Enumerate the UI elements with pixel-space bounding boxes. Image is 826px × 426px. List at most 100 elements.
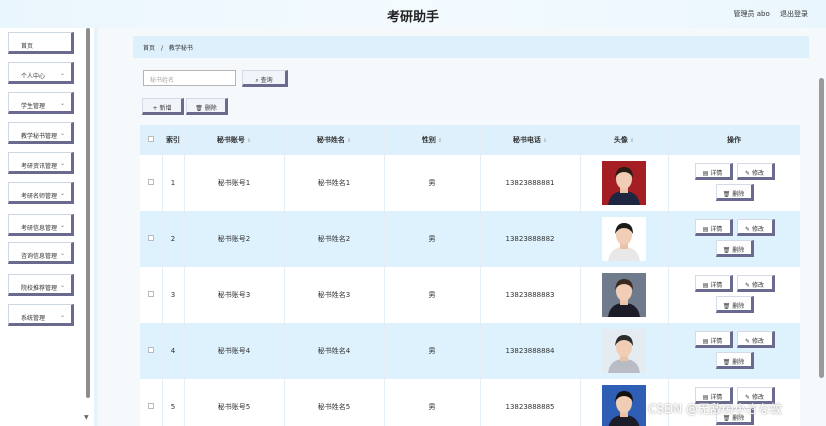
delete-button[interactable]: 🗑 删除 [715, 184, 754, 201]
row-gender: 男 [384, 211, 481, 267]
delete-button[interactable]: 🗑 删除 [715, 352, 754, 369]
sidebar-item-label: 考研信息管理 [21, 225, 58, 232]
sidebar-scrollbar[interactable] [86, 28, 90, 398]
row-name: 秘书姓名4 [284, 323, 385, 379]
ops-header: 操作 [668, 125, 800, 155]
row-avatar [580, 267, 669, 323]
user-label[interactable]: 管理员 abo [734, 10, 770, 18]
search-input[interactable]: 秘书姓名 [143, 70, 236, 86]
row-gender: 男 [384, 267, 481, 323]
row-name: 秘书姓名3 [284, 267, 385, 323]
breadcrumb-home[interactable]: 首页 [143, 45, 155, 52]
sort-icon[interactable]: ⇕ [247, 138, 251, 144]
select-all-cell[interactable] [140, 125, 163, 155]
name-header-label: 秘书姓名 [316, 136, 345, 144]
row-checkbox[interactable] [147, 403, 154, 409]
add-button[interactable]: + 新增 [142, 98, 184, 115]
batch-delete-button[interactable]: 🗑 删除 [186, 98, 228, 115]
edit-label: 修改 [751, 338, 764, 345]
detail-button[interactable]: ▤ 详情 [694, 275, 733, 292]
sidebar-item[interactable]: 系统管理 ⌄ [8, 304, 74, 326]
chevron-down-icon: ⌄ [59, 250, 65, 257]
edit-button[interactable]: ✎ 修改 [736, 331, 775, 348]
sort-icon[interactable]: ⇕ [630, 138, 634, 144]
sort-icon[interactable]: ⇕ [543, 138, 547, 144]
sidebar-item-label: 考研资讯管理 [21, 163, 58, 170]
row-select-cell[interactable] [140, 267, 163, 323]
sidebar-item-label: 学生管理 [21, 103, 46, 110]
phone-header-label: 秘书电话 [512, 136, 541, 144]
row-phone: 13823888884 [480, 323, 581, 379]
detail-button[interactable]: ▤ 详情 [694, 163, 733, 180]
page-scrollbar[interactable] [819, 78, 824, 378]
row-checkbox[interactable] [147, 291, 154, 297]
row-index: 4 [162, 323, 185, 379]
row-avatar [580, 323, 669, 379]
account-header-label: 秘书账号 [216, 136, 245, 144]
sidebar-item[interactable]: 考研资讯管理 ⌄ [8, 152, 74, 174]
sidebar-item[interactable]: 院校推荐管理 ⌄ [8, 274, 74, 296]
edit-button[interactable]: ✎ 修改 [736, 219, 775, 236]
sidebar-item-label: 首页 [21, 43, 34, 50]
detail-icon: ▤ [702, 282, 709, 289]
delete-button[interactable]: 🗑 删除 [715, 296, 754, 313]
sidebar-item-label: 教学秘书管理 [21, 133, 58, 140]
user-area: 管理员 abo 退出登录 [726, 9, 808, 19]
row-checkbox[interactable] [147, 235, 154, 241]
row-gender: 男 [384, 155, 481, 211]
delete-label: 删除 [732, 359, 745, 366]
row-select-cell[interactable] [140, 323, 163, 379]
delete-button[interactable]: 🗑 删除 [715, 240, 754, 257]
detail-icon: ▤ [702, 226, 709, 233]
sort-icon[interactable]: ⇕ [347, 138, 351, 144]
row-avatar [580, 155, 669, 211]
row-ops: ▤ 详情 ✎ 修改 🗑 删除 [668, 211, 800, 267]
trash-icon: 🗑 [722, 303, 731, 310]
breadcrumb-current: 教学秘书 [168, 45, 193, 52]
detail-button[interactable]: ▤ 详情 [694, 331, 733, 348]
gender-header-label: 性别 [421, 136, 436, 144]
chevron-down-icon: ⌄ [59, 130, 65, 137]
sidebar-item[interactable]: 考研名师管理 ⌄ [8, 182, 74, 204]
detail-button[interactable]: ▤ 详情 [694, 219, 733, 236]
sidebar-item[interactable]: 咨询信息管理 ⌄ [8, 242, 74, 264]
row-checkbox[interactable] [147, 179, 154, 185]
sidebar-item[interactable]: 教学秘书管理 ⌄ [8, 122, 74, 144]
watermark: CSDN @无敌の小さな蚊 [648, 402, 783, 416]
select-all-checkbox[interactable] [147, 136, 154, 142]
sidebar-item[interactable]: 个人中心 ⌄ [8, 62, 74, 84]
top-bar: 考研助手 管理员 abo 退出登录 [0, 0, 826, 28]
sidebar-item[interactable]: 考研信息管理 ⌄ [8, 214, 74, 236]
row-index: 3 [162, 267, 185, 323]
avatar-image [602, 161, 646, 205]
logout-link[interactable]: 退出登录 [780, 10, 808, 18]
scroll-down-icon[interactable]: ▼ [84, 414, 89, 421]
edit-button[interactable]: ✎ 修改 [736, 163, 775, 180]
gender-header[interactable]: 性别 ⇕ [384, 125, 481, 155]
detail-label: 详情 [710, 282, 723, 289]
row-phone: 13823888881 [480, 155, 581, 211]
row-ops: ▤ 详情 ✎ 修改 🗑 删除 [668, 323, 800, 379]
search-button[interactable]: ⌕ 查询 [242, 70, 288, 87]
avatar-header[interactable]: 头像 ⇕ [580, 125, 669, 155]
phone-header[interactable]: 秘书电话 ⇕ [480, 125, 581, 155]
row-select-cell[interactable] [140, 379, 163, 426]
row-select-cell[interactable] [140, 211, 163, 267]
account-header[interactable]: 秘书账号 ⇕ [184, 125, 285, 155]
edit-label: 修改 [751, 282, 764, 289]
edit-icon: ✎ [745, 338, 751, 345]
row-select-cell[interactable] [140, 155, 163, 211]
row-checkbox[interactable] [147, 347, 154, 353]
row-ops: ▤ 详情 ✎ 修改 🗑 删除 [668, 267, 800, 323]
edit-icon: ✎ [745, 282, 751, 289]
name-header[interactable]: 秘书姓名 ⇕ [284, 125, 385, 155]
edit-button[interactable]: ✎ 修改 [736, 275, 775, 292]
row-name: 秘书姓名2 [284, 211, 385, 267]
row-gender: 男 [384, 379, 481, 426]
sort-icon[interactable]: ⇕ [438, 138, 442, 144]
sidebar-item[interactable]: 学生管理 ⌄ [8, 92, 74, 114]
sidebar-item[interactable]: 首页 [8, 32, 74, 54]
avatar-image [602, 273, 646, 317]
edit-label: 修改 [751, 170, 764, 177]
row-phone: 13823888885 [480, 379, 581, 426]
